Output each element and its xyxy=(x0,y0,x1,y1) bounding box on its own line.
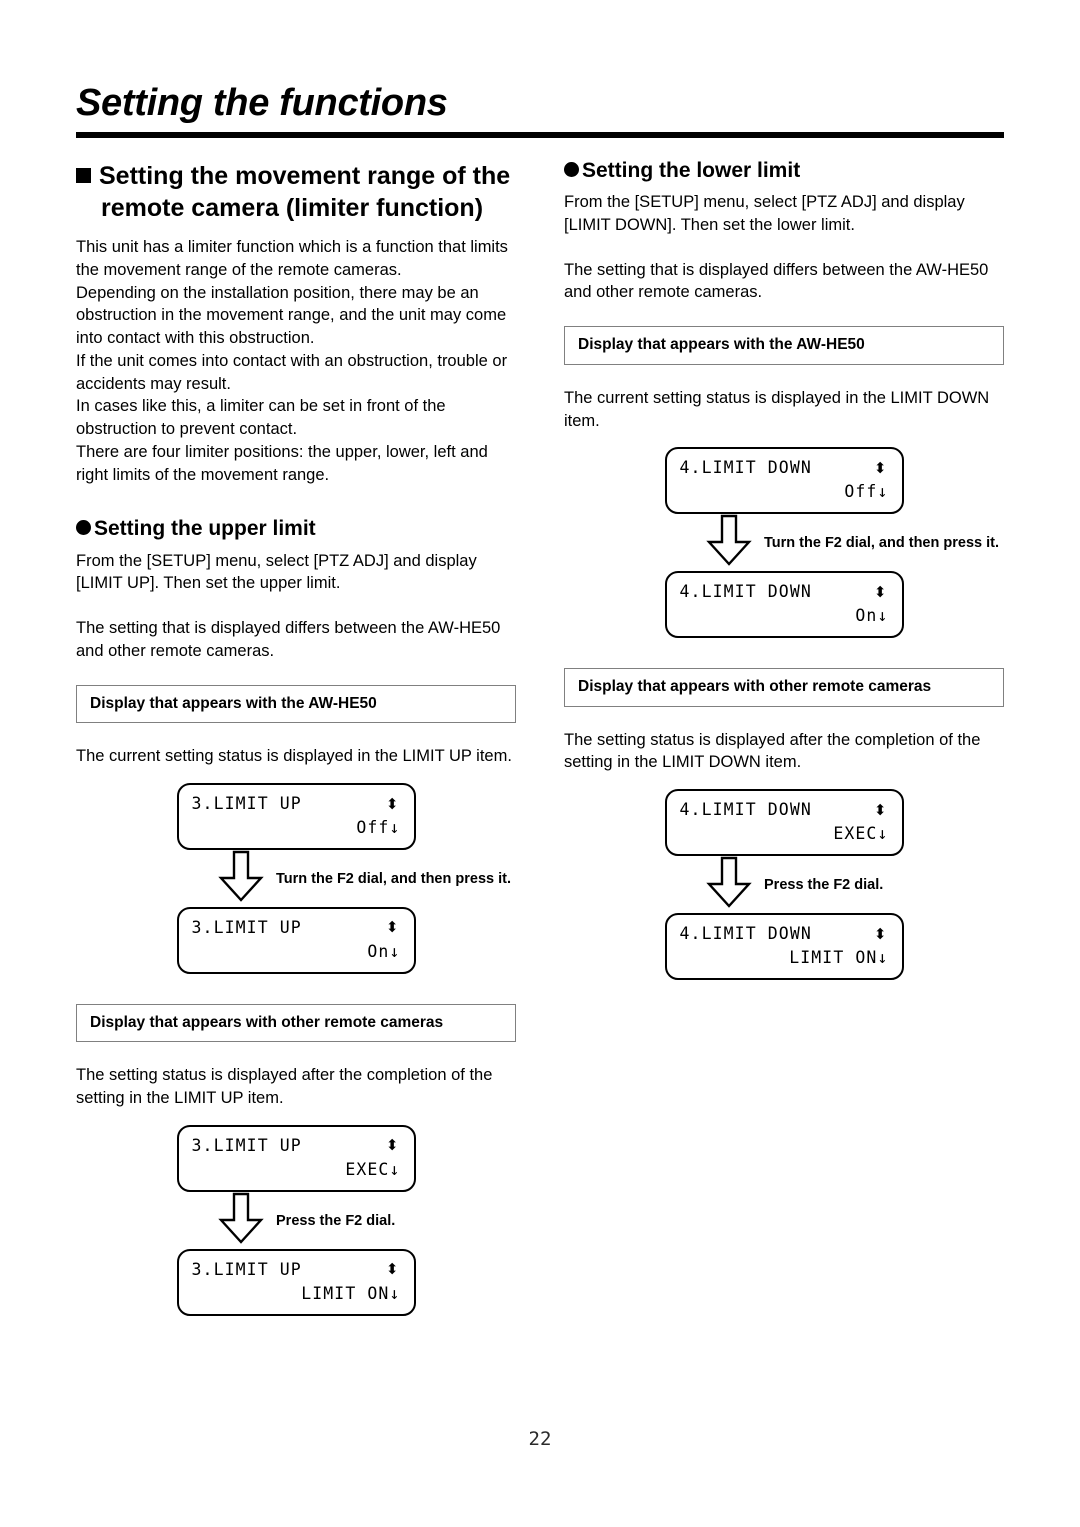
boxed-label-other-lower: Display that appears with other remote c… xyxy=(564,668,1004,707)
boxed-label-other-upper: Display that appears with other remote c… xyxy=(76,1003,516,1043)
upper-limit-differs-note: The setting that is displayed differs be… xyxy=(76,619,501,660)
lcd-flow-other-upper: 3.LIMIT UP ⬍ EXEC↓ Press the F2 dial. 3.… xyxy=(76,1124,516,1316)
lcd-line1: 3.LIMIT UP xyxy=(191,1259,302,1279)
intro-paragraph-1: This unit has a limiter function which i… xyxy=(76,238,508,279)
page-number: 22 xyxy=(528,1428,552,1450)
step-transition-he50-lower: Turn the F2 dial, and then press it. xyxy=(564,514,1004,571)
lcd-line1: 4.LIMIT DOWN xyxy=(679,582,812,602)
title-rule xyxy=(76,131,1004,138)
up-down-arrow-icon: ⬍ xyxy=(385,1136,399,1155)
step-transition-other-upper: Press the F2 dial. xyxy=(76,1192,516,1249)
lcd-line1: 3.LIMIT UP xyxy=(191,917,302,937)
lcd-line2: On↓ xyxy=(367,941,401,961)
lcd-flow-he50-lower: 4.LIMIT DOWN ⬍ Off↓ Turn the F2 dial, an… xyxy=(564,447,1004,639)
down-arrow-icon xyxy=(218,1192,264,1244)
boxed-label-he50-lower: Display that appears with the AW-HE50 xyxy=(564,326,1004,365)
intro-paragraph-4: In cases like this, a limiter can be set… xyxy=(76,397,446,439)
document-page: Setting the functions Setting the moveme… xyxy=(0,0,1080,1527)
lcd-display-limit-down-limit-on: 4.LIMIT DOWN ⬍ LIMIT ON↓ xyxy=(664,913,904,980)
up-down-arrow-icon: ⬍ xyxy=(873,458,887,477)
round-bullet-icon xyxy=(76,520,91,536)
lcd-display-limit-up-exec: 3.LIMIT UP ⬍ EXEC↓ xyxy=(176,1124,416,1192)
lcd-line1: 3.LIMIT UP xyxy=(191,1135,302,1155)
step-caption-he50-lower: Turn the F2 dial, and then press it. xyxy=(764,535,999,552)
lcd-display-limit-down-on: 4.LIMIT DOWN ⬍ On↓ xyxy=(664,571,904,639)
round-bullet-icon xyxy=(564,162,579,177)
step-caption-he50-upper: Turn the F2 dial, and then press it. xyxy=(276,870,511,887)
down-arrow-icon xyxy=(706,856,752,908)
section-heading-limiter: Setting the movement range of the remote… xyxy=(76,160,516,224)
lcd-line1: 4.LIMIT DOWN xyxy=(679,458,812,478)
up-down-arrow-icon: ⬍ xyxy=(385,794,399,813)
up-down-arrow-icon: ⬍ xyxy=(385,918,399,937)
lcd-display-limit-up-off: 3.LIMIT UP ⬍ Off↓ xyxy=(176,783,416,850)
lcd-line2: EXEC↓ xyxy=(833,824,889,844)
lcd-line2: Off↓ xyxy=(844,482,889,502)
other-upper-description: The setting status is displayed after th… xyxy=(76,1066,493,1108)
subsection-heading-upper-limit: Setting the upper limit xyxy=(76,516,516,541)
intro-paragraph-2: Depending on the installation position, … xyxy=(76,283,507,348)
down-arrow-icon xyxy=(218,850,264,902)
lower-limit-instruction: From the [SETUP] menu, select [PTZ ADJ] … xyxy=(564,193,965,234)
up-down-arrow-icon: ⬍ xyxy=(385,1260,399,1279)
lcd-line1: 4.LIMIT DOWN xyxy=(679,924,812,944)
he50-upper-description: The current setting status is displayed … xyxy=(76,747,512,766)
boxed-label-he50-upper: Display that appears with the AW-HE50 xyxy=(76,684,516,724)
lcd-line1: 4.LIMIT DOWN xyxy=(679,800,812,820)
section-heading-label: Setting the movement range of the remote… xyxy=(99,162,511,222)
lcd-flow-he50-upper: 3.LIMIT UP ⬍ Off↓ Turn the F2 dial, and … xyxy=(76,783,516,974)
subsection-heading-lower-limit: Setting the lower limit xyxy=(564,158,1004,183)
lcd-display-limit-down-exec: 4.LIMIT DOWN ⬍ EXEC↓ xyxy=(664,789,904,857)
lower-limit-differs-note: The setting that is displayed differs be… xyxy=(564,260,989,302)
lcd-line2: LIMIT ON↓ xyxy=(789,948,889,968)
intro-paragraph-3: If the unit comes into contact with an o… xyxy=(76,351,508,393)
step-transition-other-lower: Press the F2 dial. xyxy=(564,856,1004,913)
up-down-arrow-icon: ⬍ xyxy=(873,924,887,943)
he50-lower-description: The current setting status is displayed … xyxy=(564,388,990,430)
subsection-heading-label: Setting the lower limit xyxy=(582,159,801,182)
right-column: Setting the lower limit From the [SETUP]… xyxy=(564,158,1004,980)
square-bullet-icon xyxy=(76,168,91,183)
step-caption-other-lower: Press the F2 dial. xyxy=(764,877,884,894)
page-header: Setting the functions xyxy=(76,82,1004,138)
lcd-flow-other-lower: 4.LIMIT DOWN ⬍ EXEC↓ Press the F2 dial. … xyxy=(564,789,1004,980)
lcd-line2: On↓ xyxy=(855,606,889,626)
lcd-line2: LIMIT ON↓ xyxy=(301,1283,401,1303)
lcd-line1: 3.LIMIT UP xyxy=(191,794,302,814)
left-column: Setting the movement range of the remote… xyxy=(76,160,516,1316)
other-lower-description: The setting status is displayed after th… xyxy=(564,730,981,772)
lcd-line2: EXEC↓ xyxy=(345,1159,401,1179)
up-down-arrow-icon: ⬍ xyxy=(873,582,887,601)
lcd-display-limit-up-on: 3.LIMIT UP ⬍ On↓ xyxy=(176,906,416,974)
upper-limit-instruction: From the [SETUP] menu, select [PTZ ADJ] … xyxy=(76,551,477,593)
step-transition-he50-upper: Turn the F2 dial, and then press it. xyxy=(76,850,516,907)
step-caption-other-upper: Press the F2 dial. xyxy=(276,1212,396,1229)
subsection-heading-label: Setting the upper limit xyxy=(94,517,316,541)
lcd-display-limit-up-limit-on: 3.LIMIT UP ⬍ LIMIT ON↓ xyxy=(176,1248,416,1316)
intro-paragraph-5: There are four limiter positions: the up… xyxy=(76,442,488,484)
lcd-display-limit-down-off: 4.LIMIT DOWN ⬍ Off↓ xyxy=(664,447,904,515)
up-down-arrow-icon: ⬍ xyxy=(873,800,887,819)
page-title: Setting the functions xyxy=(76,82,448,124)
down-arrow-icon xyxy=(706,515,752,567)
lcd-line2: Off↓ xyxy=(356,817,401,837)
